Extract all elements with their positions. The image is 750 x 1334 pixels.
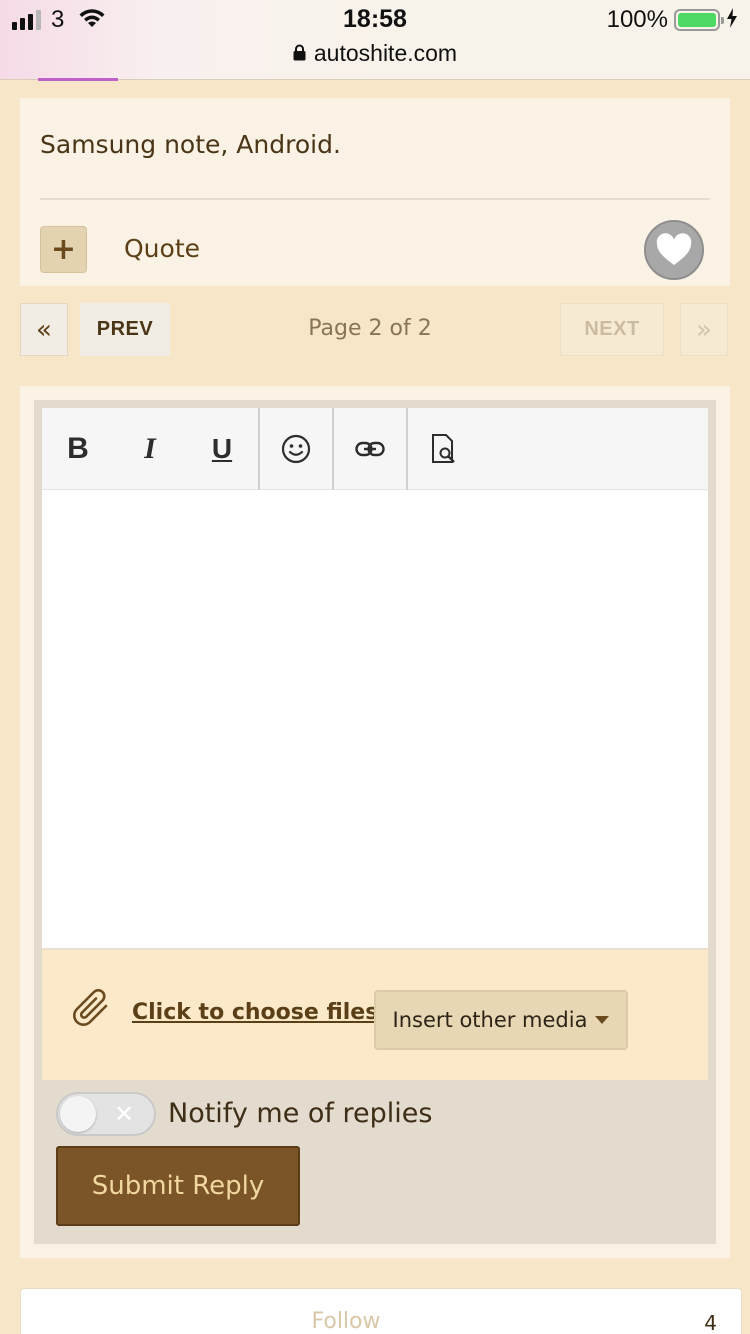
next-page-button: NEXT <box>560 303 664 356</box>
attachment-bar: Click to choose files Insert other media <box>42 948 708 1080</box>
last-page-button: » <box>680 303 728 356</box>
post-card: Samsung note, Android. + Quote <box>20 98 730 286</box>
emoji-button[interactable] <box>260 408 332 490</box>
address-bar[interactable]: autoshite.com <box>0 40 750 67</box>
submit-reply-button[interactable]: Submit Reply <box>56 1146 300 1226</box>
post-body: Samsung note, Android. <box>40 130 341 159</box>
smiley-icon <box>281 434 311 464</box>
quote-button[interactable]: Quote <box>124 234 200 263</box>
heart-icon <box>656 233 692 265</box>
preview-button[interactable] <box>408 408 480 490</box>
first-page-button[interactable]: « <box>20 303 68 356</box>
close-icon: ✕ <box>114 1100 135 1128</box>
notify-toggle[interactable]: ✕ <box>56 1092 156 1136</box>
double-chevron-right-icon: » <box>696 314 712 345</box>
multiquote-add-button[interactable]: + <box>40 226 87 273</box>
choose-files-link[interactable]: Click to choose files <box>132 1000 378 1025</box>
charging-bolt-icon <box>726 8 738 32</box>
insert-media-dropdown[interactable]: Insert other media <box>374 990 628 1050</box>
follower-count: 4 <box>704 1311 717 1334</box>
battery-icon <box>674 9 724 31</box>
post-divider <box>40 198 710 200</box>
link-button[interactable] <box>334 408 406 490</box>
notify-label: Notify me of replies <box>168 1098 433 1129</box>
editor-toolbar: B I U <box>42 408 708 490</box>
underline-button[interactable]: U <box>186 408 258 490</box>
paperclip-icon <box>70 982 114 1030</box>
rich-text-editor: B I U Click to choose files Insert other… <box>42 408 708 1080</box>
follow-bar[interactable]: Follow 4 <box>20 1288 742 1334</box>
toggle-knob <box>60 1096 96 1132</box>
reply-text-area[interactable] <box>42 490 708 948</box>
url-text: autoshite.com <box>313 40 458 66</box>
battery-percent: 100% <box>606 6 668 33</box>
page-indicator: Page 2 of 2 <box>308 316 432 341</box>
preview-icon <box>432 434 455 463</box>
status-right: 100% <box>607 6 738 34</box>
like-button[interactable] <box>644 220 704 280</box>
plus-icon: + <box>50 232 77 267</box>
reply-form: B I U Click to choose files Insert other… <box>34 400 716 1244</box>
link-icon <box>355 441 385 457</box>
bold-button[interactable]: B <box>42 408 114 490</box>
reply-panel: B I U Click to choose files Insert other… <box>20 386 730 1258</box>
prev-page-button[interactable]: PREV <box>80 303 170 356</box>
lock-icon <box>293 40 306 67</box>
insert-media-label: Insert other media <box>392 1008 588 1032</box>
double-chevron-left-icon: « <box>36 314 52 345</box>
status-bar: 3 18:58 100% autoshite.com <box>0 0 750 80</box>
accent-underline <box>38 78 118 81</box>
caret-down-icon <box>595 1016 610 1024</box>
follow-label[interactable]: Follow <box>21 1309 671 1334</box>
italic-button[interactable]: I <box>114 408 186 490</box>
